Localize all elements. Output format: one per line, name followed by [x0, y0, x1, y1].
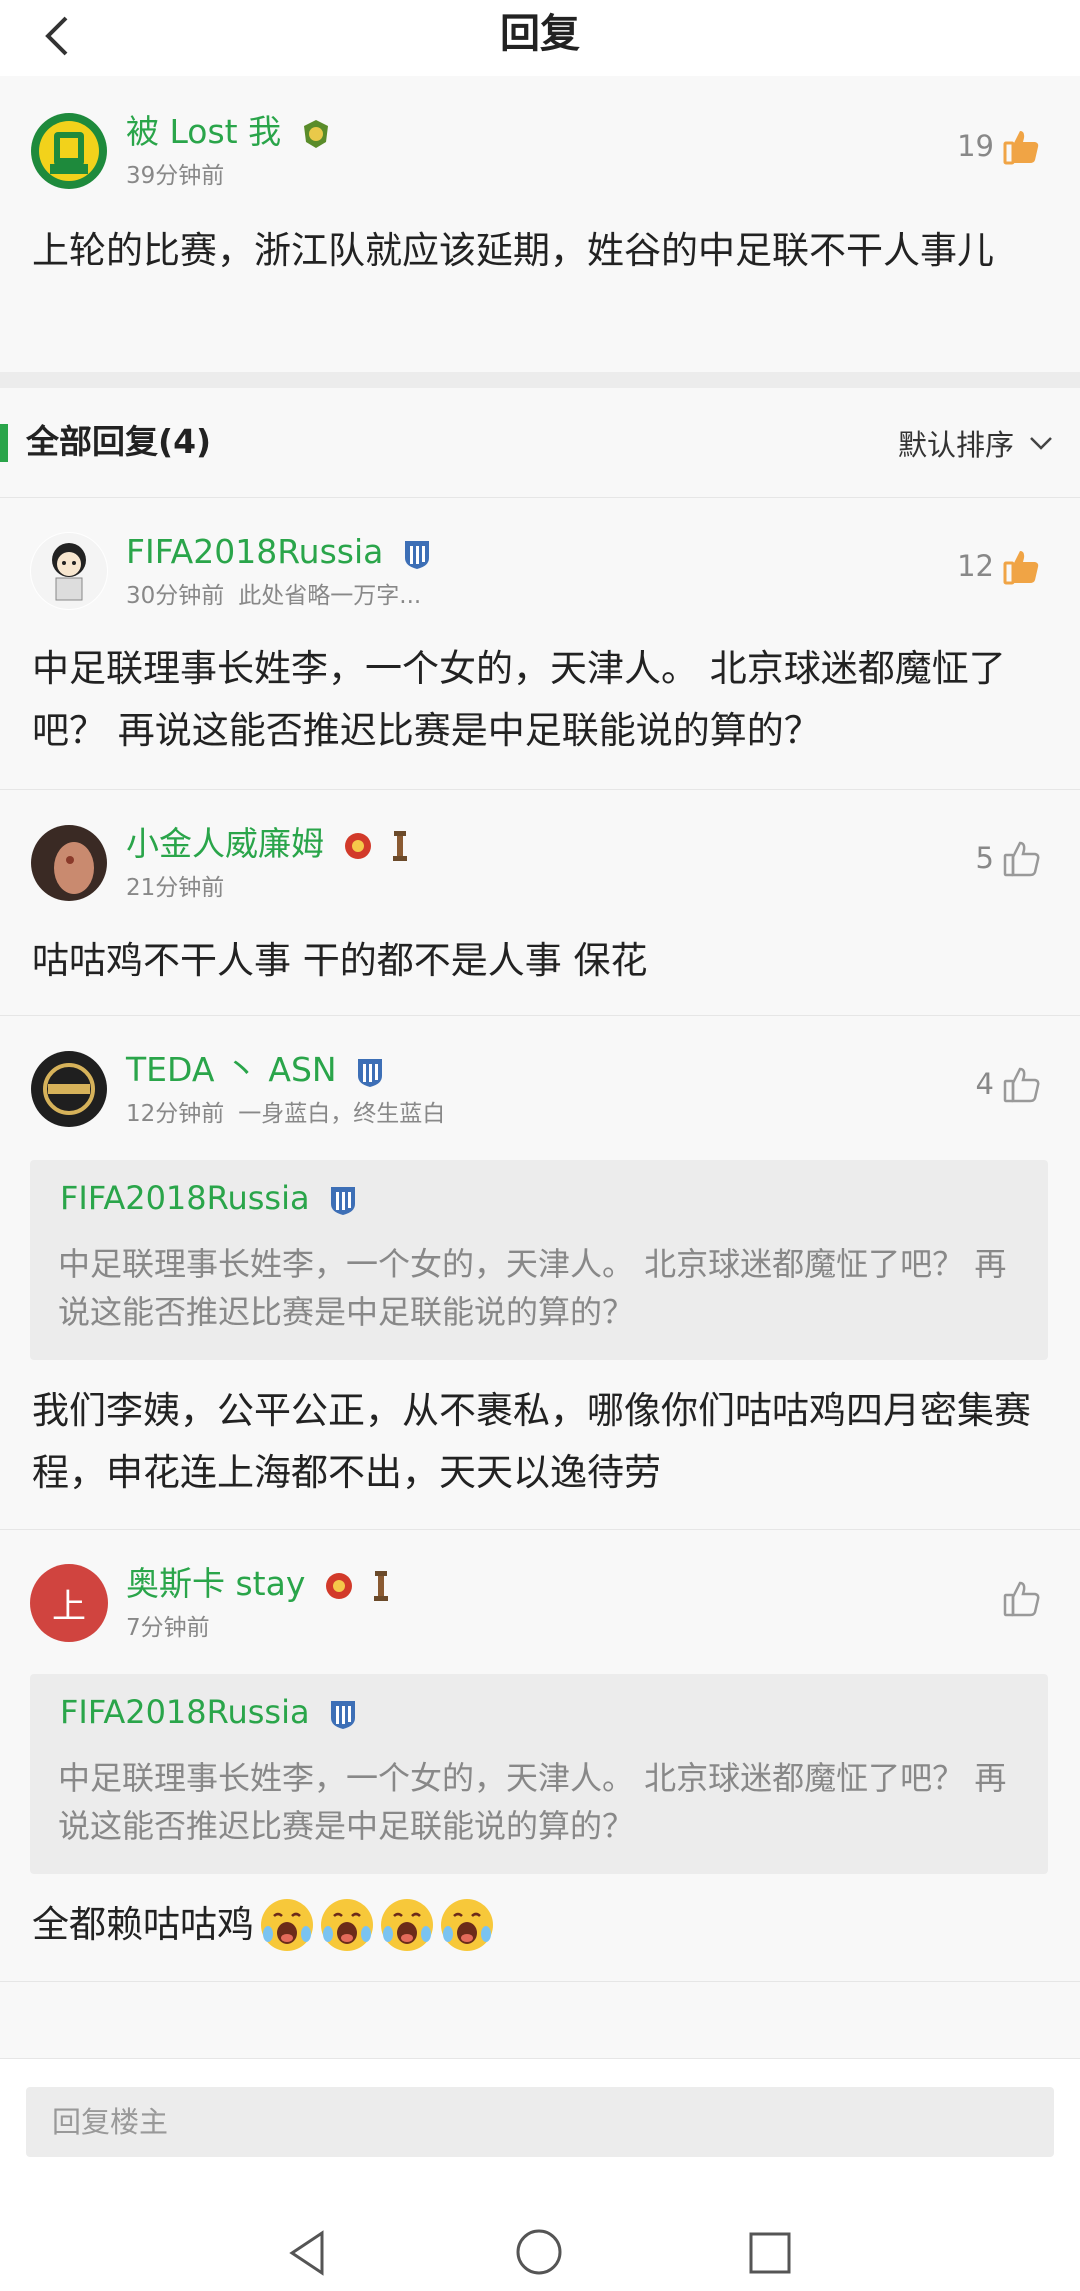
team-badge-icon [344, 832, 371, 859]
reply-input[interactable] [26, 2087, 1054, 2157]
like-button[interactable]: 19 [957, 126, 1042, 166]
original-post: 被 Lost 我 39分钟前 19 上轮的比赛，浙江队就应该延期，姓谷的中足联不… [0, 76, 1080, 372]
quoted-text: 中足联理事长姓李，一个女的，天津人。 北京球迷都魔怔了吧？ 再说这能否推迟比赛是… [58, 1245, 1007, 1331]
reply-meta: 7分钟前 [126, 1615, 210, 1641]
thumbs-up-icon [1003, 131, 1039, 165]
photo-avatar-icon [31, 825, 107, 901]
post-text: 上轮的比赛，浙江队就应该延期，姓谷的中足联不干人事儿 [32, 229, 994, 272]
team-badge-icon [325, 1572, 352, 1599]
quoted-reply[interactable]: FIFA2018Russia 中足联理事长姓李，一个女的，天津人。 北京球迷都魔… [30, 1674, 1048, 1874]
reply-text: 咕咕鸡不干人事 干的都不是人事 保花 [32, 939, 648, 982]
like-count: 5 [975, 841, 994, 875]
avatar-initial: 上 [52, 1586, 86, 1627]
thumbs-up-icon [1003, 1581, 1040, 1617]
avatar[interactable] [30, 532, 108, 610]
avatar[interactable] [30, 1050, 108, 1128]
bottom-bar [0, 2058, 1080, 2291]
nav-back-icon[interactable] [286, 2229, 330, 2277]
like-button[interactable]: 12 [957, 546, 1042, 586]
reply-item: FIFA2018Russia 30分钟前 此处省略一万字... 12 中足联理事长… [0, 498, 1080, 790]
like-count: 19 [957, 129, 994, 163]
reply-item: TEDA 丶 ASN 12分钟前 一身蓝白，终生蓝白 4 FIFA2018Russ… [0, 1016, 1080, 1530]
nav-home-icon[interactable] [514, 2227, 564, 2277]
reply-text: 中足联理事长姓李，一个女的，天津人。 北京球迷都魔怔了吧？ 再说这能否推迟比赛是… [32, 647, 1006, 752]
username[interactable]: 小金人威廉姆 [126, 822, 409, 866]
like-button[interactable]: 4 [976, 1064, 1042, 1104]
reply-meta: 21分钟前 [126, 875, 225, 901]
like-count: 4 [975, 1067, 994, 1101]
like-button[interactable] [994, 1578, 1042, 1618]
team-badge-icon [358, 1058, 383, 1087]
like-count: 12 [957, 549, 994, 583]
section-title: 全部回复(4) [26, 422, 212, 461]
username[interactable]: 奥斯卡 stay [126, 1562, 390, 1606]
reply-meta: 12分钟前 一身蓝白，终生蓝白 [126, 1101, 446, 1127]
reply-text: 全都赖咕咕鸡 [32, 1894, 1048, 1956]
thumbs-up-icon [1003, 551, 1039, 585]
team-badge-icon [330, 1701, 355, 1729]
reply-text: 我们李姨，公平公正，从不裹私，哪像你们咕咕鸡四月密集赛程，申花连上海都不出，天天… [32, 1389, 1031, 1494]
trophy-icon [374, 1570, 389, 1601]
crying-face-emoji [261, 1899, 493, 1951]
sort-dropdown[interactable]: 默认排序 [898, 418, 1054, 468]
username[interactable]: 被 Lost 我 [126, 110, 332, 154]
reply-item: 上 奥斯卡 stay 7分钟前 FIFA2018Russia 中足联理事长姓李，… [0, 1530, 1080, 1982]
page-title: 回复 [500, 11, 580, 57]
club-crest-icon [31, 113, 107, 189]
section-divider [0, 372, 1080, 388]
reply-item: 小金人威廉姆 21分钟前 5 咕咕鸡不干人事 干的都不是人事 保花 [0, 790, 1080, 1016]
username[interactable]: TEDA 丶 ASN [126, 1048, 385, 1092]
quoted-text: 中足联理事长姓李，一个女的，天津人。 北京球迷都魔怔了吧？ 再说这能否推迟比赛是… [58, 1759, 1007, 1845]
cartoon-avatar-icon [31, 533, 107, 609]
username[interactable]: FIFA2018Russia [126, 530, 432, 574]
thumbs-up-icon [1003, 841, 1040, 877]
chevron-down-icon [1030, 437, 1052, 450]
nav-recent-icon[interactable] [748, 2231, 792, 2275]
reply-meta: 30分钟前 此处省略一万字... [126, 583, 422, 609]
quoted-username[interactable]: FIFA2018Russia [60, 1176, 358, 1220]
post-time: 39分钟前 [126, 163, 225, 189]
top-bar: 回复 [0, 0, 1080, 76]
like-button[interactable]: 5 [976, 838, 1042, 878]
sort-label: 默认排序 [897, 428, 1014, 462]
quoted-username[interactable]: FIFA2018Russia [60, 1690, 358, 1734]
team-badge-icon [330, 1187, 355, 1215]
thumbs-up-icon [1003, 1067, 1040, 1103]
avatar[interactable] [30, 824, 108, 902]
logo-avatar-icon [31, 1051, 107, 1127]
club-badge-icon [303, 119, 328, 148]
trophy-icon [393, 830, 407, 861]
avatar[interactable]: 上 [30, 1564, 108, 1642]
team-badge-icon [404, 540, 429, 569]
quoted-reply[interactable]: FIFA2018Russia 中足联理事长姓李，一个女的，天津人。 北京球迷都魔… [30, 1160, 1048, 1360]
section-accent-bar [0, 424, 8, 462]
replies-header: 全部回复(4) 默认排序 [0, 388, 1080, 498]
avatar[interactable] [30, 112, 108, 190]
